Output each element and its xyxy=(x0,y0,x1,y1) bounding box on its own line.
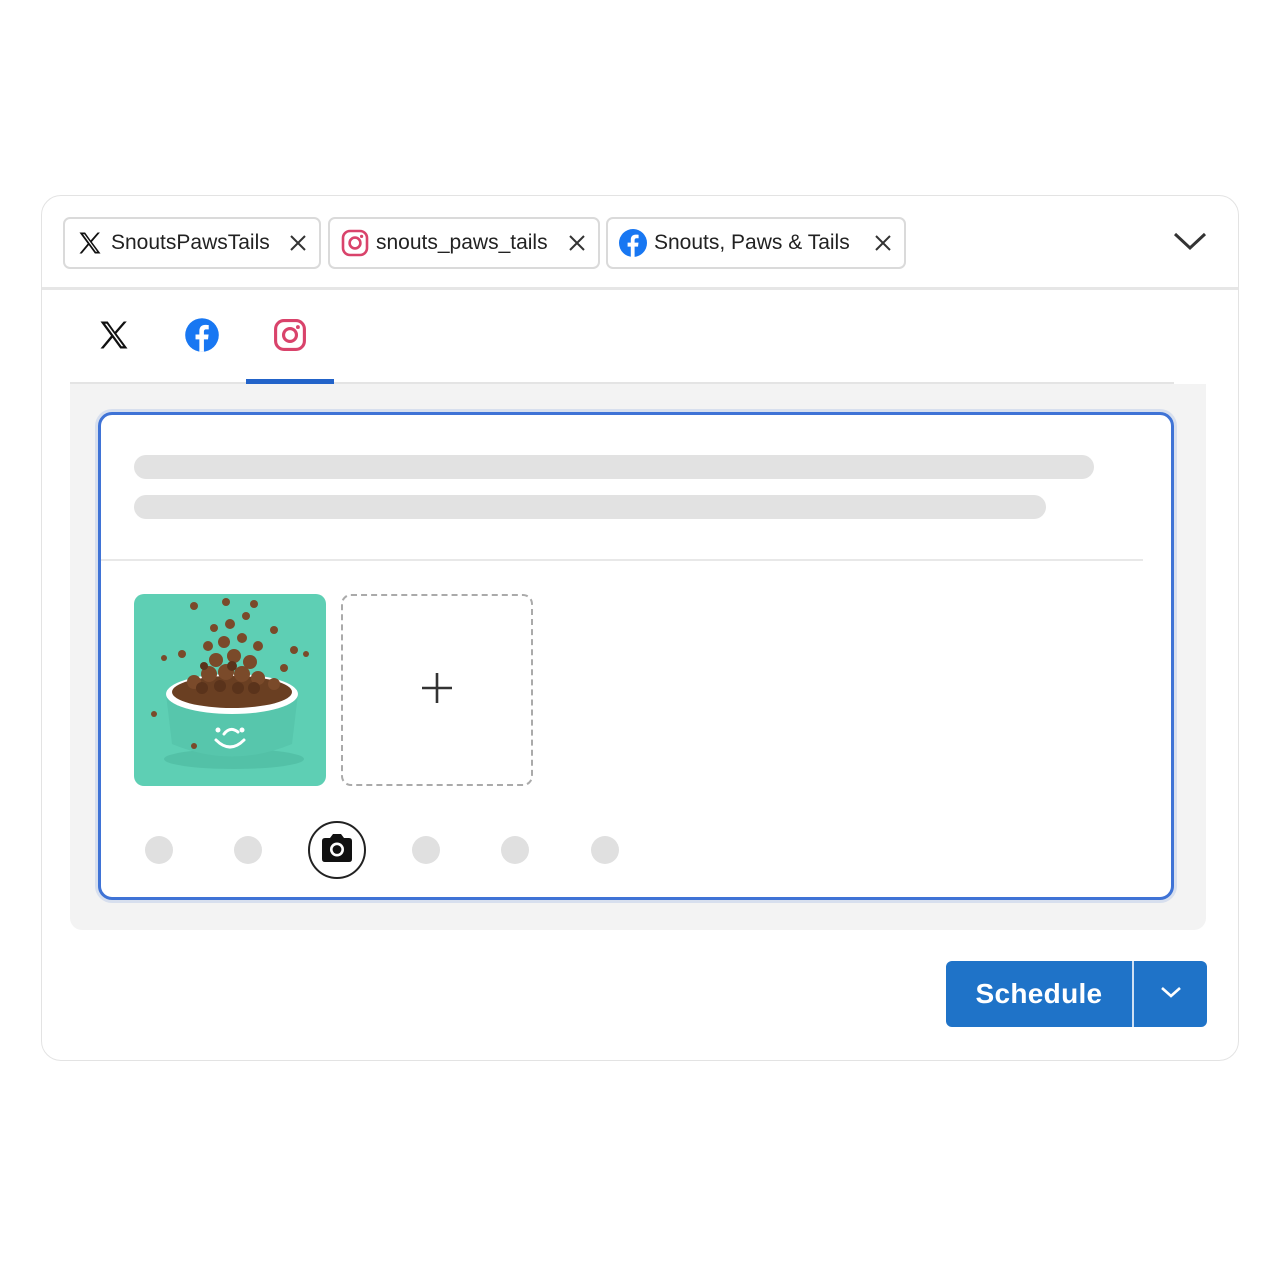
facebook-logo-icon xyxy=(184,317,220,358)
x-logo-icon xyxy=(75,228,105,258)
account-chip-x[interactable]: SnoutsPawsTails xyxy=(63,217,321,269)
pet-food-bowl-image[interactable] xyxy=(134,594,326,786)
schedule-button-group: Schedule xyxy=(946,961,1207,1027)
camera-icon xyxy=(319,833,355,868)
toolbar-tool-placeholder[interactable] xyxy=(412,836,440,864)
text-placeholder-line xyxy=(134,495,1046,519)
facebook-logo-icon xyxy=(618,228,648,258)
instagram-logo-icon xyxy=(340,228,370,258)
remove-account-icon[interactable] xyxy=(568,234,586,252)
chevron-down-icon xyxy=(1159,984,1183,1005)
toolbar-tool-placeholder[interactable] xyxy=(145,836,173,864)
account-selector: SnoutsPawsTails snouts_paws_tails Snouts… xyxy=(42,196,1238,290)
toolbar-tool-placeholder[interactable] xyxy=(591,836,619,864)
account-chip-facebook[interactable]: Snouts, Paws & Tails xyxy=(606,217,906,269)
instagram-logo-icon xyxy=(272,317,308,358)
platform-tabs xyxy=(70,292,1174,384)
plus-icon xyxy=(420,671,454,710)
toolbar-tool-placeholder[interactable] xyxy=(501,836,529,864)
account-name: Snouts, Paws & Tails xyxy=(654,231,850,254)
camera-button[interactable] xyxy=(308,821,366,879)
account-chip-instagram[interactable]: snouts_paws_tails xyxy=(328,217,600,269)
post-composer-card: SnoutsPawsTails snouts_paws_tails Snouts… xyxy=(41,195,1239,1061)
account-name: snouts_paws_tails xyxy=(376,231,548,254)
tab-facebook[interactable] xyxy=(158,292,246,382)
schedule-button[interactable]: Schedule xyxy=(946,961,1132,1027)
account-name: SnoutsPawsTails xyxy=(111,231,270,254)
tab-instagram[interactable] xyxy=(246,292,334,384)
text-placeholder-line xyxy=(134,455,1094,479)
x-logo-icon xyxy=(96,317,132,358)
chevron-down-icon[interactable] xyxy=(1172,226,1208,256)
toolbar-tool-placeholder[interactable] xyxy=(234,836,262,864)
schedule-options-button[interactable] xyxy=(1134,961,1207,1027)
tab-x[interactable] xyxy=(70,292,158,382)
post-editor[interactable] xyxy=(98,412,1174,900)
remove-account-icon[interactable] xyxy=(289,234,307,252)
editor-panel xyxy=(70,384,1206,930)
remove-account-icon[interactable] xyxy=(874,234,892,252)
add-media-button[interactable] xyxy=(341,594,533,786)
editor-divider xyxy=(101,559,1143,561)
